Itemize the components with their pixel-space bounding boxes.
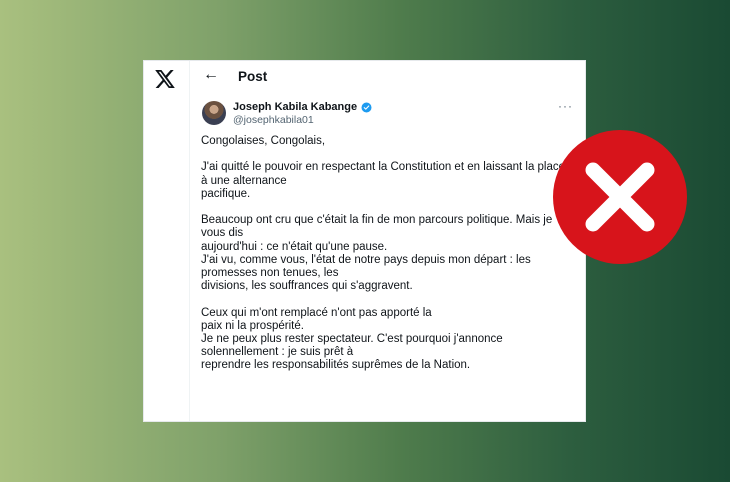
tweet-line: aujourd'hui : ce n'était qu'une pause. xyxy=(201,240,388,253)
tweet-line: reprendre les responsabilités suprêmes d… xyxy=(201,359,471,372)
tweet-line: paix ni la prospérité. xyxy=(201,319,304,332)
tweet-line: Beaucoup ont cru que c'était la fin de m… xyxy=(201,214,553,227)
tweet-line: J'ai quitté le pouvoir en respectant la … xyxy=(201,161,566,174)
tweet-line: Congolaises, Congolais, xyxy=(201,135,326,147)
verified-badge-icon xyxy=(361,102,372,112)
tweet-line: divisions, les souffrances qui s'aggrave… xyxy=(201,280,413,293)
x-logo-icon[interactable] xyxy=(155,70,175,88)
more-options-icon[interactable]: ··· xyxy=(558,99,573,113)
avatar[interactable] xyxy=(202,101,226,125)
author-name[interactable]: Joseph Kabila Kabange xyxy=(233,101,357,113)
tweet-line: Ceux qui m'ont remplacé n'ont pas apport… xyxy=(201,306,432,319)
back-arrow-icon[interactable]: ← xyxy=(203,66,219,84)
tweet-line: à une alternance xyxy=(201,174,287,187)
tweet-line: solennellement : je suis prêt à xyxy=(201,346,354,359)
tweet-line: promesses non tenues, les xyxy=(201,267,339,279)
false-x-icon xyxy=(553,130,687,264)
tweet-line: Je ne peux plus rester spectateur. C'est… xyxy=(201,333,503,345)
left-rail xyxy=(144,61,190,421)
tweet-line: vous dis xyxy=(201,227,244,240)
tweet-line: J'ai vu, comme vous, l'état de notre pay… xyxy=(201,253,531,266)
tweet-text: Congolaises, Congolais, J'ai quitté le po… xyxy=(201,135,573,373)
post-column: ← Post Joseph Kabila Kabange @josephkabi… xyxy=(190,61,585,421)
author-name-row: Joseph Kabila Kabange xyxy=(233,101,372,113)
tweet-card: ← Post Joseph Kabila Kabange @josephkabi… xyxy=(143,60,586,422)
page-title: Post xyxy=(238,69,268,84)
tweet-line: pacifique. xyxy=(201,187,251,200)
author-handle[interactable]: @josephkabila01 xyxy=(233,114,314,126)
